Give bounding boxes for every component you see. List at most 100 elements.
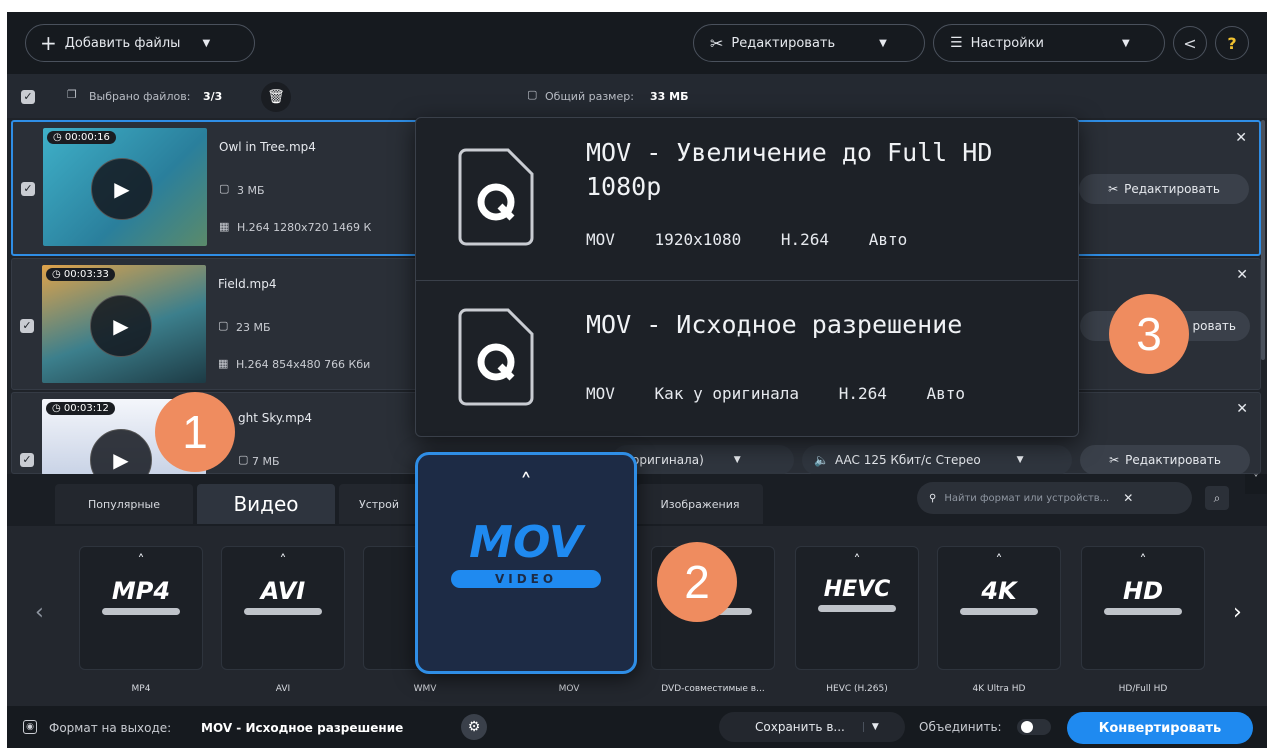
- format-card-4k[interactable]: ˄ 4K: [937, 546, 1061, 670]
- video-thumbnail[interactable]: ◷ 00:00:16 ▶: [43, 128, 207, 246]
- file-name: Field.mp4: [218, 277, 277, 291]
- file-checkbox[interactable]: ✓: [20, 319, 34, 333]
- format-card-avi[interactable]: ˄ AVI: [221, 546, 345, 670]
- file-list-scrollbar[interactable]: [1261, 120, 1265, 360]
- format-label: WMV: [413, 684, 437, 694]
- format-label: 4K Ultra HD: [972, 684, 1026, 694]
- delete-button[interactable]: 🗑: [261, 82, 291, 112]
- file-checkbox[interactable]: ✓: [21, 182, 35, 196]
- film-icon: ▦: [219, 220, 230, 233]
- badge-number: 3: [1136, 308, 1162, 360]
- audio-settings-dropdown[interactable]: 🔈 AAC 125 Кбит/с Стерео ▼: [802, 445, 1072, 475]
- share-icon: <: [1183, 33, 1197, 53]
- chevron-up-icon: ˄: [1139, 553, 1147, 569]
- share-button[interactable]: <: [1173, 26, 1207, 60]
- file-icon: ▢: [527, 88, 538, 101]
- merge-label: Объединить:: [919, 720, 1002, 734]
- preset-item-full-hd[interactable]: MOV - Увеличение до Full HD 1080p MOV 19…: [416, 118, 1078, 278]
- video-disc-icon: [102, 608, 180, 615]
- edit-button-label: Редактировать: [1125, 453, 1221, 467]
- edit-label: Редактировать: [731, 35, 836, 51]
- play-icon[interactable]: ▶: [90, 295, 152, 357]
- output-bar: ◉ Формат на выходе: MOV - Исходное разре…: [7, 706, 1267, 748]
- edit-dropdown-button[interactable]: ✂ Редактировать ▼: [693, 24, 925, 62]
- gear-icon: ⚙: [467, 719, 481, 735]
- settings-dropdown-button[interactable]: ☰ Настройки ▼: [933, 24, 1165, 62]
- tab-images[interactable]: Изображения: [637, 484, 763, 524]
- tools-icon: ✂: [1109, 453, 1120, 467]
- tab-popular[interactable]: Популярные: [55, 484, 193, 524]
- search-placeholder: Найти формат или устройств...: [944, 492, 1110, 504]
- formats-panel: ‹ ˄ MP4 MP4 ˄ AVI AVI ˄ ▞ WMV MOV ˄ D DV…: [7, 526, 1267, 706]
- preset-specs: MOV Как у оригинала H.264 Авто: [586, 384, 995, 403]
- chevron-down-icon: ▼: [879, 37, 887, 49]
- play-icon[interactable]: ▶: [91, 158, 153, 220]
- close-icon[interactable]: ✕: [1236, 401, 1248, 417]
- edit-button[interactable]: ✂ Редактировать: [1080, 445, 1250, 475]
- video-codec-info: H.264 1280x720 1469 К: [237, 221, 372, 234]
- output-format-value: MOV - Исходное разрешение: [201, 721, 404, 735]
- next-arrow-icon[interactable]: ›: [1233, 600, 1242, 625]
- tab-devices[interactable]: Устрой: [339, 484, 419, 524]
- convert-button[interactable]: Конвертировать: [1067, 712, 1253, 744]
- video-settings-dropdown[interactable]: оригинала) ▼: [612, 445, 794, 475]
- save-to-dropdown[interactable]: Сохранить в... ▼: [719, 712, 905, 742]
- add-files-button[interactable]: + Добавить файлы ▼: [25, 24, 255, 62]
- play-icon[interactable]: ▶: [90, 429, 152, 475]
- select-all-checkbox[interactable]: ✓: [21, 90, 35, 104]
- duration-badge: ◷ 00:00:16: [47, 131, 116, 144]
- document-search-icon: ⌕: [1213, 490, 1221, 505]
- tools-icon: ✂: [1108, 182, 1119, 196]
- mov-logo: MOV: [469, 517, 583, 568]
- format-logo: MP4: [111, 577, 171, 605]
- tab-label: Видео: [233, 492, 299, 516]
- format-card-mp4[interactable]: ˄ MP4: [79, 546, 203, 670]
- step-badge-1: 1: [155, 392, 235, 472]
- format-card-hevc[interactable]: ˄ HEVC: [795, 546, 919, 670]
- chevron-down-icon: ▼: [1016, 455, 1024, 465]
- mov-file-icon: [458, 308, 534, 406]
- video-disc-icon: [244, 608, 322, 615]
- duration-badge: ◷ 00:03:33: [46, 268, 115, 281]
- selection-bar: ✓ ❐ Выбрано файлов: 3/3 🗑 ▢ Общий размер…: [7, 74, 1267, 118]
- file-name: Owl in Tree.mp4: [219, 140, 316, 154]
- spec-container: MOV: [586, 230, 615, 249]
- video-codec-info: H.264 854x480 766 Кби: [236, 358, 371, 371]
- video-disc-icon: VIDEO: [451, 570, 601, 588]
- format-preview-button[interactable]: ⌕: [1205, 486, 1229, 510]
- close-icon[interactable]: ✕: [1123, 491, 1133, 505]
- video-thumbnail[interactable]: ◷ 00:03:33 ▶: [42, 265, 206, 383]
- format-card-mov-selected[interactable]: ˄ MOV VIDEO: [415, 452, 637, 674]
- chevron-down-icon: ˅: [1253, 474, 1259, 485]
- format-label: MOV: [558, 684, 580, 694]
- format-label: AVI: [275, 684, 291, 694]
- format-card-hd[interactable]: ˄ HD: [1081, 546, 1205, 670]
- close-icon[interactable]: ✕: [1236, 267, 1248, 283]
- close-icon[interactable]: ✕: [1235, 130, 1247, 146]
- preset-popup: MOV - Увеличение до Full HD 1080p MOV 19…: [415, 117, 1079, 437]
- convert-label: Конвертировать: [1098, 720, 1222, 736]
- help-button[interactable]: ?: [1215, 26, 1249, 60]
- file-size: 3 МБ: [237, 184, 265, 197]
- spec-codec: H.264: [780, 230, 830, 249]
- tab-video[interactable]: Видео: [197, 484, 335, 524]
- settings-label: Настройки: [970, 35, 1044, 51]
- chevron-up-icon: ˄: [279, 553, 287, 569]
- selected-label: Выбрано файлов:: [89, 90, 191, 103]
- file-icon: ▢: [238, 453, 249, 466]
- file-size: 23 МБ: [236, 321, 271, 334]
- chevron-down-icon: ▼: [733, 455, 741, 465]
- file-checkbox[interactable]: ✓: [20, 453, 34, 467]
- spec-bitrate: Авто: [926, 384, 966, 403]
- format-search-input[interactable]: ⚲ Найти формат или устройств... ✕: [917, 482, 1192, 514]
- preset-item-original[interactable]: MOV - Исходное разрешение MOV Как у ориг…: [416, 280, 1078, 440]
- format-icon: ◉: [23, 720, 37, 734]
- edit-button[interactable]: ✂ Редактировать: [1079, 174, 1249, 204]
- duration-badge: ◷ 00:03:12: [46, 402, 115, 415]
- format-settings-button[interactable]: ⚙: [461, 714, 487, 740]
- collapse-button[interactable]: ˅: [1245, 474, 1267, 494]
- previous-arrow-icon[interactable]: ‹: [35, 600, 44, 625]
- video-disc-icon: [818, 605, 896, 612]
- merge-toggle[interactable]: [1017, 719, 1051, 735]
- total-size-value: 33 МБ: [650, 90, 689, 103]
